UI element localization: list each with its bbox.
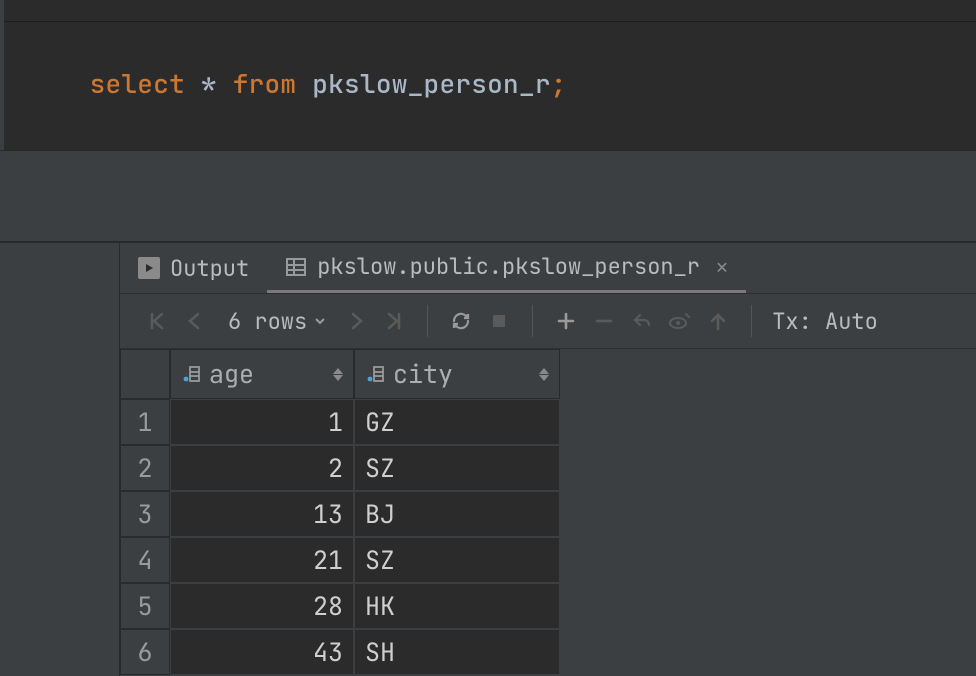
tab-output[interactable]: Output xyxy=(120,243,267,293)
revert-button[interactable] xyxy=(625,304,659,338)
column-header-age[interactable]: age xyxy=(170,349,354,399)
remove-row-button[interactable] xyxy=(587,304,621,338)
column-label: city xyxy=(393,357,453,391)
next-page-button[interactable] xyxy=(339,304,373,338)
sort-handle-icon[interactable] xyxy=(539,368,549,381)
column-label: age xyxy=(209,357,254,391)
rows-count-dropdown[interactable]: 6 rows xyxy=(216,307,335,336)
row-header[interactable]: 6 xyxy=(120,629,170,675)
cell-city[interactable]: SH xyxy=(354,629,560,675)
cell-city[interactable]: BJ xyxy=(354,491,560,537)
cell-city[interactable]: SZ xyxy=(354,445,560,491)
table-icon xyxy=(285,256,307,278)
chevron-down-icon xyxy=(313,314,327,328)
results-tabs: Output pkslow.public.pkslow_person_r ✕ xyxy=(120,243,976,293)
column-icon xyxy=(365,364,385,384)
row-header[interactable]: 4 xyxy=(120,537,170,583)
row-header[interactable]: 3 xyxy=(120,491,170,537)
panel-gap xyxy=(0,150,976,242)
star-token: * xyxy=(201,66,217,101)
preview-changes-button[interactable] xyxy=(663,304,697,338)
keyword-select: select xyxy=(90,66,185,101)
row-header[interactable]: 2 xyxy=(120,445,170,491)
tab-result-label: pkslow.public.pkslow_person_r xyxy=(317,252,700,281)
output-icon xyxy=(138,257,160,279)
cell-age[interactable]: 43 xyxy=(170,629,354,675)
results-toolbar: 6 rows xyxy=(120,293,976,349)
toolbar-separator xyxy=(751,305,752,337)
results-panel: Output pkslow.public.pkslow_person_r ✕ xyxy=(0,242,976,676)
column-icon xyxy=(181,364,201,384)
prev-page-button[interactable] xyxy=(178,304,212,338)
submit-button[interactable] xyxy=(701,304,735,338)
column-header-city[interactable]: city xyxy=(354,349,560,399)
first-page-button[interactable] xyxy=(140,304,174,338)
rows-count-label: 6 rows xyxy=(228,307,307,336)
add-row-button[interactable] xyxy=(549,304,583,338)
row-header[interactable]: 5 xyxy=(120,583,170,629)
cell-age[interactable]: 28 xyxy=(170,583,354,629)
keyword-from: from xyxy=(233,66,297,101)
cell-city[interactable]: SZ xyxy=(354,537,560,583)
toolbar-separator xyxy=(427,305,428,337)
cell-age[interactable]: 21 xyxy=(170,537,354,583)
data-grid[interactable]: age city 11GZ22SZ313BJ421SZ528HK643SH xyxy=(120,349,976,675)
cell-age[interactable]: 2 xyxy=(170,445,354,491)
results-main: Output pkslow.public.pkslow_person_r ✕ xyxy=(120,243,976,676)
close-icon[interactable]: ✕ xyxy=(710,254,728,280)
row-header[interactable]: 1 xyxy=(120,399,170,445)
results-left-gutter xyxy=(0,243,120,676)
cell-age[interactable]: 13 xyxy=(170,491,354,537)
cell-age[interactable]: 1 xyxy=(170,399,354,445)
tab-output-label: Output xyxy=(170,254,249,283)
cell-city[interactable]: HK xyxy=(354,583,560,629)
sort-handle-icon[interactable] xyxy=(333,368,343,381)
tx-mode-dropdown[interactable]: Tx: Auto xyxy=(768,307,878,336)
table-name-token: pkslow_person_r xyxy=(312,66,551,101)
refresh-button[interactable] xyxy=(444,304,478,338)
stop-button[interactable] xyxy=(482,304,516,338)
sql-editor[interactable]: select * from pkslow_person_r; xyxy=(0,0,976,150)
tab-result[interactable]: pkslow.public.pkslow_person_r ✕ xyxy=(267,243,746,293)
toolbar-separator xyxy=(532,305,533,337)
last-page-button[interactable] xyxy=(377,304,411,338)
grid-corner xyxy=(120,349,170,399)
cell-city[interactable]: GZ xyxy=(354,399,560,445)
semicolon-token: ; xyxy=(551,66,567,101)
sql-line[interactable]: select * from pkslow_person_r; xyxy=(4,22,976,150)
editor-top-border xyxy=(4,0,976,22)
